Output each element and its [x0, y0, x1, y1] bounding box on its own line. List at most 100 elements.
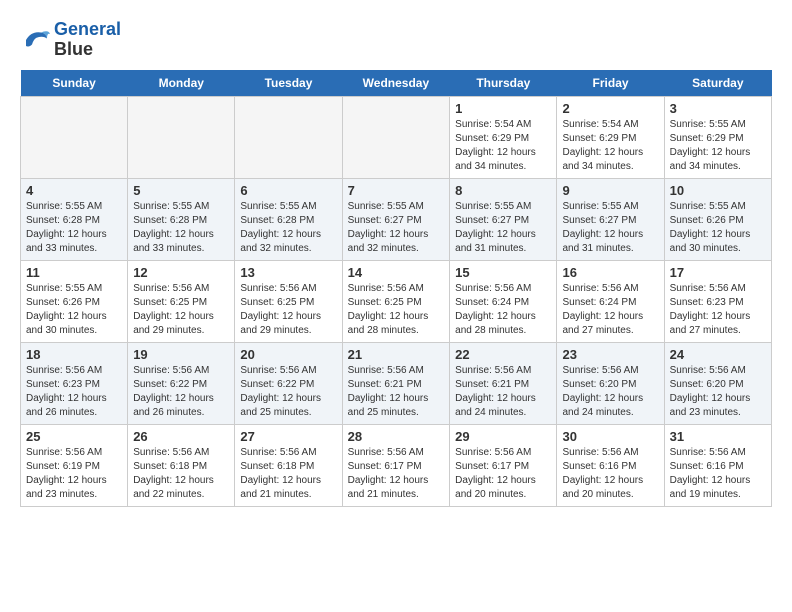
day-number: 22 — [455, 347, 551, 362]
empty-cell — [21, 96, 128, 178]
day-number: 16 — [562, 265, 658, 280]
day-info: Sunrise: 5:55 AM Sunset: 6:29 PM Dayligh… — [670, 118, 766, 174]
day-info: Sunrise: 5:56 AM Sunset: 6:20 PM Dayligh… — [670, 364, 766, 420]
day-number: 29 — [455, 429, 551, 444]
weekday-header-tuesday: Tuesday — [235, 70, 342, 97]
calendar-day-10: 10 Sunrise: 5:55 AM Sunset: 6:26 PM Dayli… — [664, 178, 771, 260]
day-number: 28 — [348, 429, 445, 444]
day-info: Sunrise: 5:55 AM Sunset: 6:26 PM Dayligh… — [670, 200, 766, 256]
calendar-day-13: 13 Sunrise: 5:56 AM Sunset: 6:25 PM Dayli… — [235, 260, 342, 342]
day-number: 26 — [133, 429, 229, 444]
calendar-day-30: 30 Sunrise: 5:56 AM Sunset: 6:16 PM Dayli… — [557, 424, 664, 506]
day-number: 20 — [240, 347, 336, 362]
day-info: Sunrise: 5:55 AM Sunset: 6:28 PM Dayligh… — [240, 200, 336, 256]
day-info: Sunrise: 5:55 AM Sunset: 6:27 PM Dayligh… — [562, 200, 658, 256]
empty-cell — [128, 96, 235, 178]
calendar-day-4: 4 Sunrise: 5:55 AM Sunset: 6:28 PM Daylig… — [21, 178, 128, 260]
calendar-day-29: 29 Sunrise: 5:56 AM Sunset: 6:17 PM Dayli… — [450, 424, 557, 506]
day-number: 3 — [670, 101, 766, 116]
day-info: Sunrise: 5:55 AM Sunset: 6:27 PM Dayligh… — [455, 200, 551, 256]
calendar-day-18: 18 Sunrise: 5:56 AM Sunset: 6:23 PM Dayli… — [21, 342, 128, 424]
day-number: 5 — [133, 183, 229, 198]
day-number: 2 — [562, 101, 658, 116]
calendar-day-23: 23Sunrise: 5:56 AM Sunset: 6:20 PM Dayli… — [557, 342, 664, 424]
calendar-day-7: 7Sunrise: 5:55 AM Sunset: 6:27 PM Daylig… — [342, 178, 450, 260]
calendar-day-8: 8Sunrise: 5:55 AM Sunset: 6:27 PM Daylig… — [450, 178, 557, 260]
calendar-day-22: 22 Sunrise: 5:56 AM Sunset: 6:21 PM Dayli… — [450, 342, 557, 424]
day-number: 21 — [348, 347, 445, 362]
calendar-day-27: 27 Sunrise: 5:56 AM Sunset: 6:18 PM Dayli… — [235, 424, 342, 506]
day-number: 15 — [455, 265, 551, 280]
day-number: 12 — [133, 265, 229, 280]
day-info: Sunrise: 5:55 AM Sunset: 6:26 PM Dayligh… — [26, 282, 122, 338]
day-info: Sunrise: 5:56 AM Sunset: 6:18 PM Dayligh… — [133, 446, 229, 502]
day-number: 11 — [26, 265, 122, 280]
day-info: Sunrise: 5:56 AM Sunset: 6:16 PM Dayligh… — [562, 446, 658, 502]
day-info: Sunrise: 5:55 AM Sunset: 6:27 PM Dayligh… — [348, 200, 445, 256]
day-info: Sunrise: 5:56 AM Sunset: 6:24 PM Dayligh… — [562, 282, 658, 338]
calendar-day-28: 28 Sunrise: 5:56 AM Sunset: 6:17 PM Dayli… — [342, 424, 450, 506]
day-info: Sunrise: 5:56 AM Sunset: 6:16 PM Dayligh… — [670, 446, 766, 502]
weekday-header-sunday: Sunday — [21, 70, 128, 97]
empty-cell — [342, 96, 450, 178]
calendar-day-19: 19 Sunrise: 5:56 AM Sunset: 6:22 PM Dayli… — [128, 342, 235, 424]
calendar-day-21: 21 Sunrise: 5:56 AM Sunset: 6:21 PM Dayli… — [342, 342, 450, 424]
calendar-day-15: 15 Sunrise: 5:56 AM Sunset: 6:24 PM Dayli… — [450, 260, 557, 342]
calendar-day-5: 5 Sunrise: 5:55 AM Sunset: 6:28 PM Daylig… — [128, 178, 235, 260]
calendar-day-6: 6Sunrise: 5:55 AM Sunset: 6:28 PM Daylig… — [235, 178, 342, 260]
day-info: Sunrise: 5:54 AM Sunset: 6:29 PM Dayligh… — [562, 118, 658, 174]
weekday-header-monday: Monday — [128, 70, 235, 97]
day-info: Sunrise: 5:56 AM Sunset: 6:17 PM Dayligh… — [455, 446, 551, 502]
calendar-day-26: 26 Sunrise: 5:56 AM Sunset: 6:18 PM Dayli… — [128, 424, 235, 506]
day-number: 13 — [240, 265, 336, 280]
day-number: 17 — [670, 265, 766, 280]
day-info: Sunrise: 5:56 AM Sunset: 6:21 PM Dayligh… — [455, 364, 551, 420]
day-number: 1 — [455, 101, 551, 116]
calendar-day-31: 31 Sunrise: 5:56 AM Sunset: 6:16 PM Dayli… — [664, 424, 771, 506]
day-info: Sunrise: 5:54 AM Sunset: 6:29 PM Dayligh… — [455, 118, 551, 174]
empty-cell — [235, 96, 342, 178]
day-number: 18 — [26, 347, 122, 362]
logo: General Blue — [20, 20, 121, 60]
day-info: Sunrise: 5:56 AM Sunset: 6:19 PM Dayligh… — [26, 446, 122, 502]
calendar-day-25: 25 Sunrise: 5:56 AM Sunset: 6:19 PM Dayli… — [21, 424, 128, 506]
calendar-day-9: 9 Sunrise: 5:55 AM Sunset: 6:27 PM Daylig… — [557, 178, 664, 260]
day-info: Sunrise: 5:56 AM Sunset: 6:18 PM Dayligh… — [240, 446, 336, 502]
day-info: Sunrise: 5:56 AM Sunset: 6:17 PM Dayligh… — [348, 446, 445, 502]
day-info: Sunrise: 5:56 AM Sunset: 6:25 PM Dayligh… — [348, 282, 445, 338]
day-number: 24 — [670, 347, 766, 362]
day-info: Sunrise: 5:56 AM Sunset: 6:23 PM Dayligh… — [26, 364, 122, 420]
day-info: Sunrise: 5:56 AM Sunset: 6:23 PM Dayligh… — [670, 282, 766, 338]
calendar-day-14: 14 Sunrise: 5:56 AM Sunset: 6:25 PM Dayli… — [342, 260, 450, 342]
day-number: 19 — [133, 347, 229, 362]
calendar-day-2: 2 Sunrise: 5:54 AM Sunset: 6:29 PM Daylig… — [557, 96, 664, 178]
day-info: Sunrise: 5:56 AM Sunset: 6:24 PM Dayligh… — [455, 282, 551, 338]
calendar-day-1: 1 Sunrise: 5:54 AM Sunset: 6:29 PM Daylig… — [450, 96, 557, 178]
day-info: Sunrise: 5:55 AM Sunset: 6:28 PM Dayligh… — [133, 200, 229, 256]
calendar-day-11: 11 Sunrise: 5:55 AM Sunset: 6:26 PM Dayli… — [21, 260, 128, 342]
weekday-header-friday: Friday — [557, 70, 664, 97]
day-number: 27 — [240, 429, 336, 444]
day-info: Sunrise: 5:55 AM Sunset: 6:28 PM Dayligh… — [26, 200, 122, 256]
day-info: Sunrise: 5:56 AM Sunset: 6:25 PM Dayligh… — [240, 282, 336, 338]
day-number: 31 — [670, 429, 766, 444]
page-header: General Blue — [20, 20, 772, 60]
weekday-header-thursday: Thursday — [450, 70, 557, 97]
day-info: Sunrise: 5:56 AM Sunset: 6:21 PM Dayligh… — [348, 364, 445, 420]
day-number: 10 — [670, 183, 766, 198]
day-number: 14 — [348, 265, 445, 280]
weekday-header-wednesday: Wednesday — [342, 70, 450, 97]
calendar-day-12: 12Sunrise: 5:56 AM Sunset: 6:25 PM Dayli… — [128, 260, 235, 342]
calendar-table: SundayMondayTuesdayWednesdayThursdayFrid… — [20, 70, 772, 507]
day-number: 4 — [26, 183, 122, 198]
logo-icon — [20, 25, 50, 55]
day-number: 9 — [562, 183, 658, 198]
day-number: 30 — [562, 429, 658, 444]
weekday-header-saturday: Saturday — [664, 70, 771, 97]
day-info: Sunrise: 5:56 AM Sunset: 6:22 PM Dayligh… — [133, 364, 229, 420]
calendar-day-3: 3 Sunrise: 5:55 AM Sunset: 6:29 PM Daylig… — [664, 96, 771, 178]
logo-text: General Blue — [54, 20, 121, 60]
day-number: 25 — [26, 429, 122, 444]
calendar-day-16: 16 Sunrise: 5:56 AM Sunset: 6:24 PM Dayli… — [557, 260, 664, 342]
day-number: 23 — [562, 347, 658, 362]
